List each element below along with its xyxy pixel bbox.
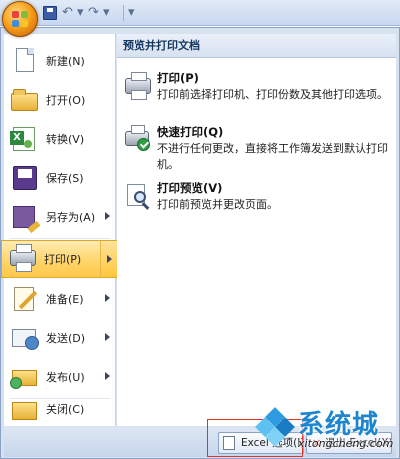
option-title: 快速打印(Q) — [157, 125, 224, 139]
office-button[interactable] — [2, 1, 38, 37]
option-description: 不进行任何更改，直接将工作簿发送到默认打印机。 — [157, 142, 388, 171]
option-print-preview[interactable]: 打印预览(V) 打印前预览并更改页面。 — [121, 180, 393, 214]
office-menu: 新建(N) 打开(O) 转换(V) 保存(S) 另存为(A) 打印(P) — [0, 27, 400, 459]
printer-icon — [125, 72, 151, 100]
new-document-icon — [10, 46, 40, 76]
panel-title: 预览并打印文档 — [117, 34, 396, 58]
menu-divider — [10, 238, 110, 239]
prepare-icon — [10, 284, 40, 314]
undo-icon[interactable]: ↶ ▾ — [62, 5, 84, 21]
option-quick-print[interactable]: 快速打印(Q) 不进行任何更改，直接将工作簿发送到默认打印机。 — [121, 124, 393, 171]
office-logo-icon — [12, 11, 29, 28]
submenu-arrow-icon — [107, 255, 112, 263]
menu-item-label: 新建(N) — [46, 55, 85, 68]
customize-toolbar-icon[interactable]: ▾ — [128, 5, 135, 21]
watermark-url: xitongcheng.com — [298, 437, 394, 450]
submenu-arrow-icon — [105, 333, 110, 341]
watermark-logo-icon — [255, 407, 295, 447]
option-title: 打印(P) — [157, 71, 199, 85]
menu-item-label: 发送(D) — [46, 332, 86, 345]
option-print[interactable]: 打印(P) 打印前选择打印机、打印份数及其他打印选项。 — [121, 70, 393, 112]
open-folder-icon — [10, 85, 40, 115]
menu-item-label: 保存(S) — [46, 172, 84, 185]
quick-print-icon — [125, 125, 151, 152]
menu-item-label: 发布(U) — [46, 371, 85, 384]
convert-icon — [10, 124, 40, 154]
menu-item-label: 准备(E) — [46, 293, 84, 306]
option-description: 打印前选择打印机、打印份数及其他打印选项。 — [157, 88, 388, 101]
menu-item-label: 打印(P) — [44, 253, 82, 266]
redo-icon[interactable]: ↷ ▾ — [88, 5, 110, 21]
send-icon — [10, 323, 40, 353]
menu-item-label: 关闭(C) — [46, 403, 85, 416]
menu-item-print[interactable]: 打印(P) — [1, 240, 119, 278]
office-menu-commands: 新建(N) 打开(O) 转换(V) 保存(S) 另存为(A) 打印(P) — [1, 34, 119, 428]
menu-item-label: 转换(V) — [46, 133, 85, 146]
save-icon[interactable] — [43, 6, 57, 20]
print-submenu-panel: 预览并打印文档 打印(P) 打印前选择打印机、打印份数及其他打印选项。 快速打印… — [117, 34, 396, 426]
menu-item-prepare[interactable]: 准备(E) — [4, 280, 116, 318]
publish-icon — [10, 362, 40, 392]
printer-icon — [8, 244, 38, 274]
option-title: 打印预览(V) — [157, 181, 223, 195]
option-description: 打印前预览并更改页面。 — [157, 198, 278, 211]
menu-item-label: 另存为(A) — [46, 211, 96, 224]
menu-item-save[interactable]: 保存(S) — [4, 159, 116, 197]
menu-item-send[interactable]: 发送(D) — [4, 319, 116, 357]
save-icon — [10, 163, 40, 193]
menu-item-close[interactable]: 关闭(C) — [4, 390, 116, 428]
menu-item-label: 打开(O) — [46, 94, 86, 107]
toolbar-divider — [123, 5, 124, 21]
menu-item-new[interactable]: 新建(N) — [4, 42, 116, 80]
submenu-arrow-icon — [105, 372, 110, 380]
submenu-arrow-icon — [105, 294, 110, 302]
close-folder-icon — [10, 394, 40, 424]
print-preview-icon — [125, 182, 151, 210]
watermark-text: 系统城 — [298, 410, 380, 440]
menu-item-open[interactable]: 打开(O) — [4, 81, 116, 119]
menu-item-convert[interactable]: 转换(V) — [4, 120, 116, 158]
quick-access-toolbar: ↶ ▾ ↷ ▾ ▾ — [0, 0, 400, 26]
submenu-arrow-icon — [105, 212, 110, 220]
watermark: 系统城 xitongcheng.com — [255, 396, 400, 459]
menu-item-save-as[interactable]: 另存为(A) — [4, 198, 116, 236]
save-as-icon — [10, 202, 40, 232]
